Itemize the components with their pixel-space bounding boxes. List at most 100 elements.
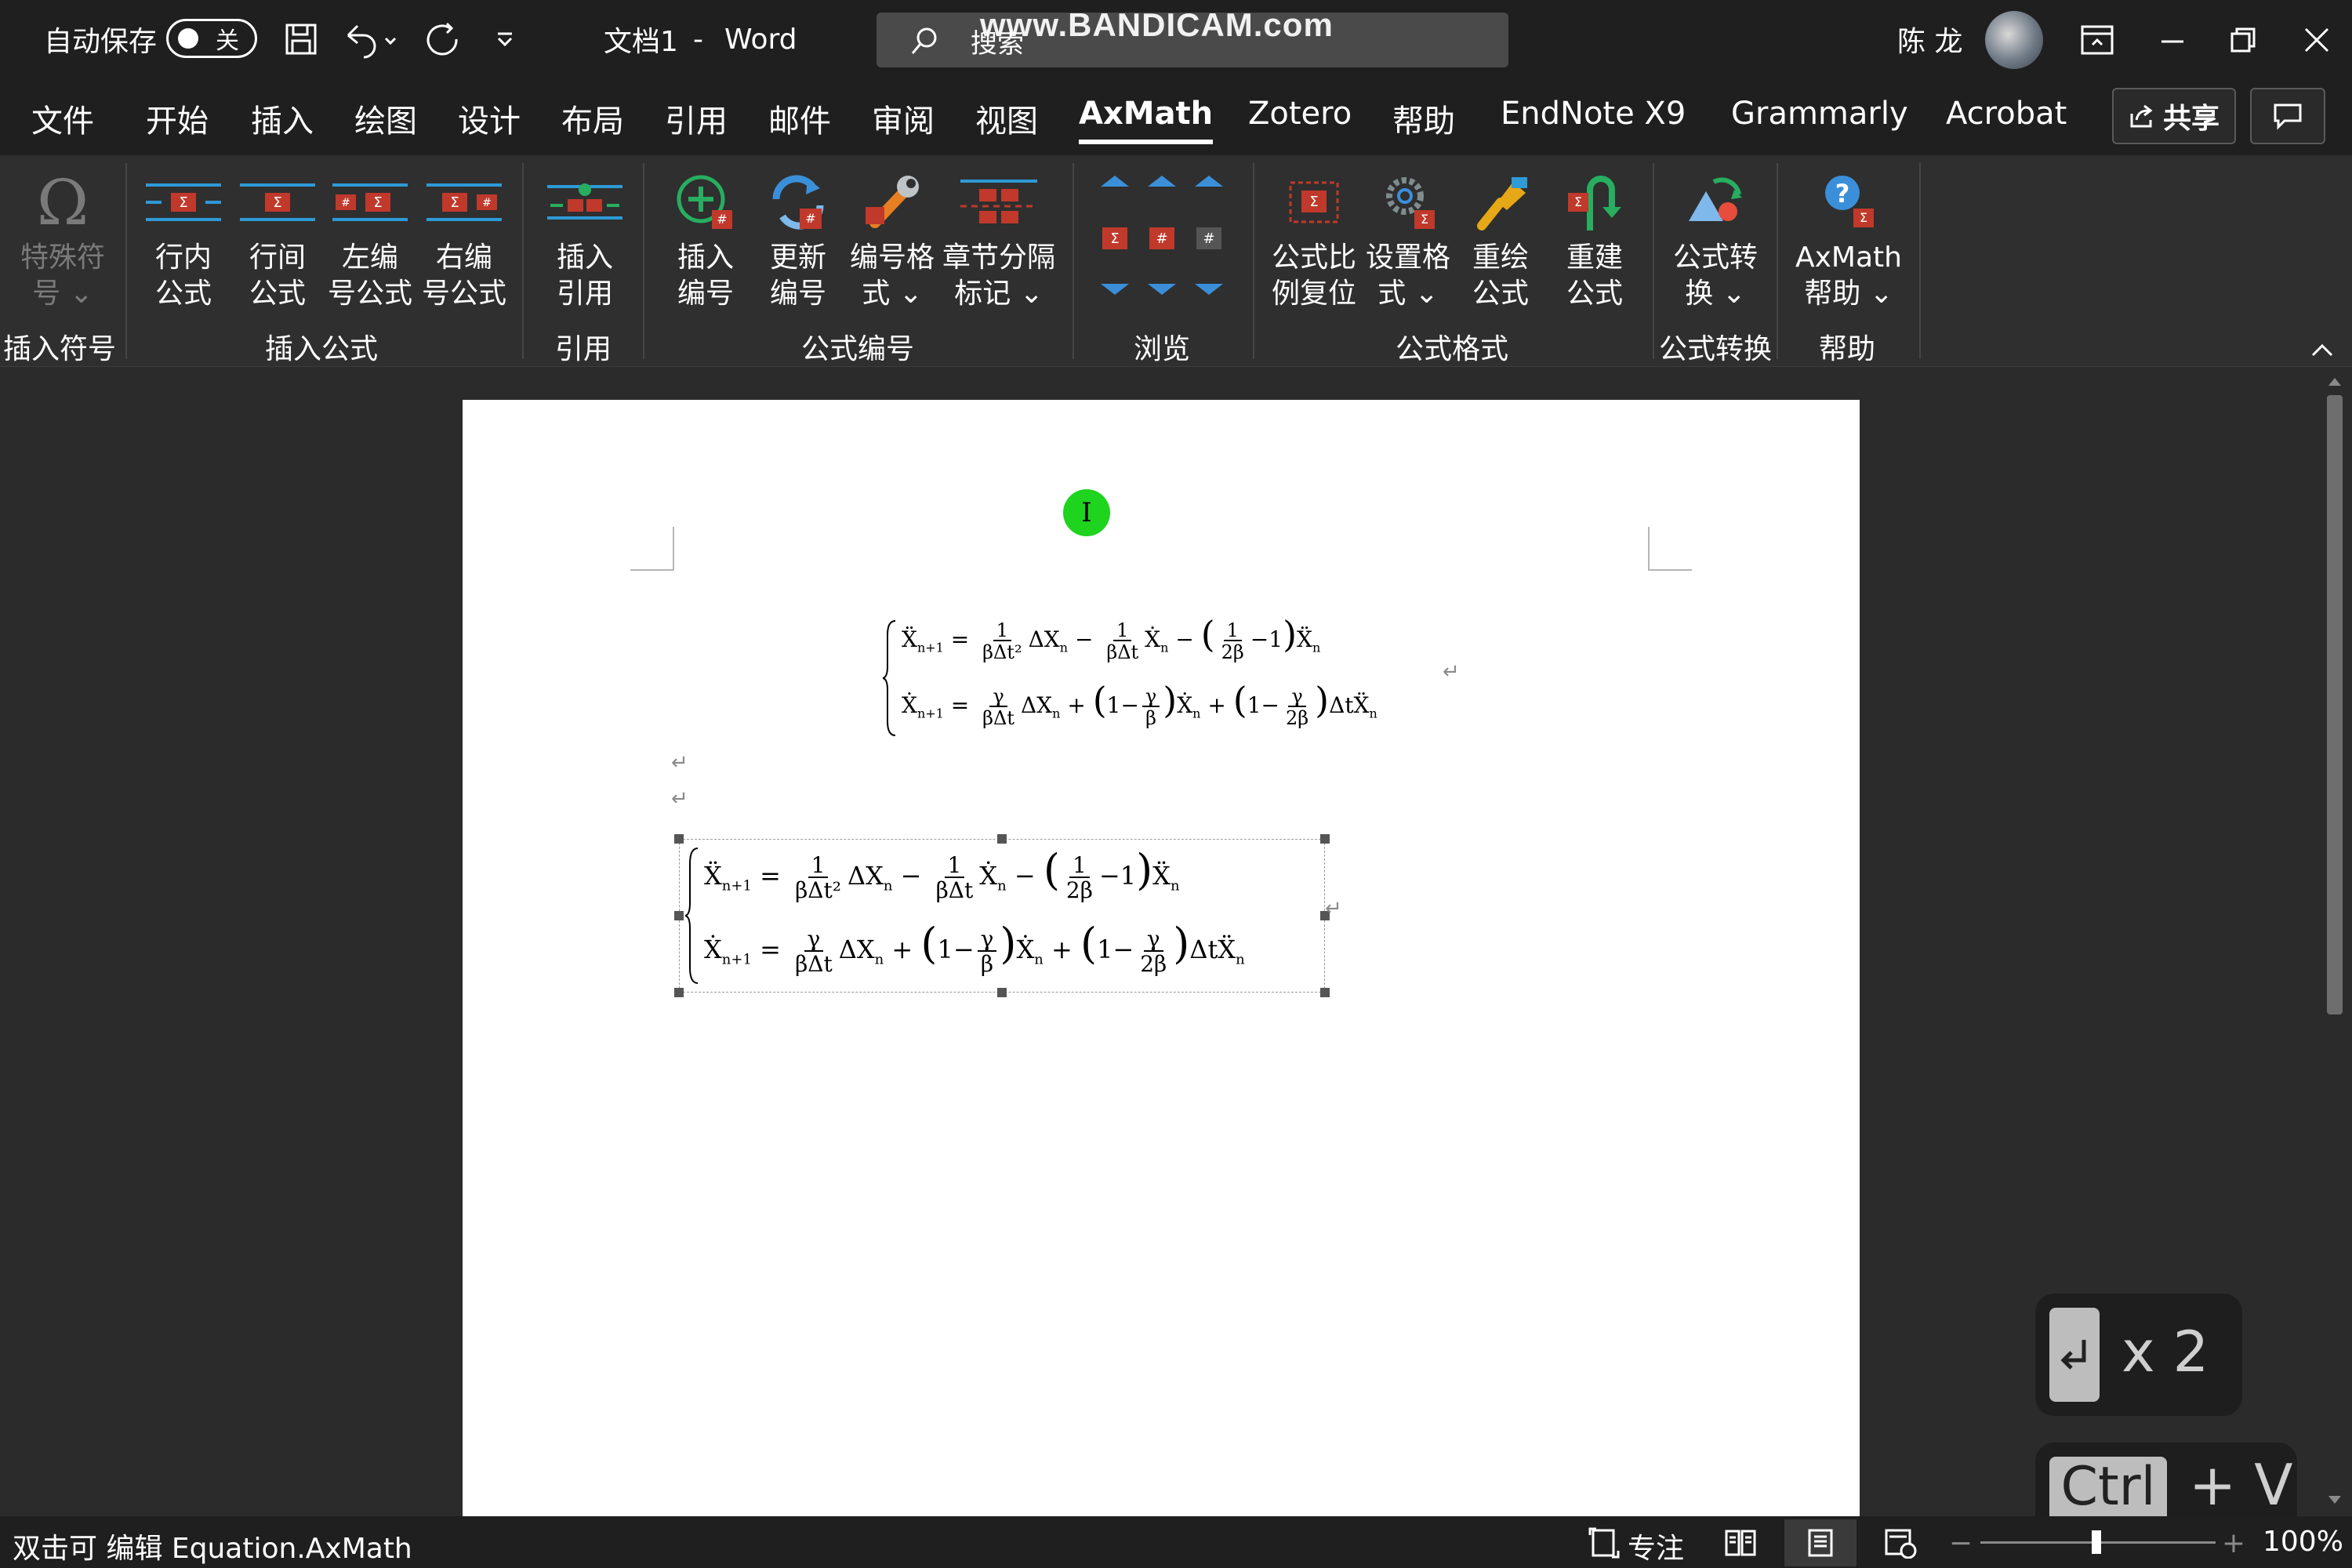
print-layout-icon[interactable] (1784, 1519, 1857, 1566)
tab-references[interactable]: 引用 (665, 96, 728, 141)
set-format-button[interactable]: Σ 设置格 式 ⌄ (1364, 165, 1452, 312)
status-bar: 双击可 编辑 Equation.AxMath 专注 − + 100% (0, 1516, 2352, 1568)
equation-original[interactable]: Ẍn+1 = 1 βΔt² ΔXn − 1 βΔt Ẋn − (1 2β −1)Ẍn Ẋn+… (883, 613, 1385, 746)
avatar[interactable] (1985, 11, 2043, 69)
focus-icon[interactable] (1587, 1526, 1621, 1560)
focus-label[interactable]: 专注 (1628, 1526, 1684, 1566)
ribbon-tabs: 文件 开始 插入 绘图 设计 布局 引用 邮件 审阅 视图 AxMath Zot… (0, 80, 2352, 155)
inline-formula-button[interactable]: Σ 行内 公式 (138, 165, 229, 312)
tab-design[interactable]: 设计 (458, 96, 521, 141)
autosave-label: 自动保存 (44, 26, 158, 58)
minimize-icon[interactable] (2153, 20, 2192, 60)
left-numbered-icon: # Σ (331, 165, 409, 240)
svg-text:Σ: Σ (1309, 194, 1318, 210)
tab-review[interactable]: 审阅 (872, 96, 935, 141)
resize-handle[interactable] (1320, 834, 1330, 844)
resize-handle[interactable] (997, 988, 1007, 997)
close-icon[interactable] (2297, 20, 2336, 60)
tab-view[interactable]: 视图 (975, 96, 1038, 141)
tab-insert[interactable]: 插入 (251, 96, 314, 141)
group-label-reference: 引用 (555, 333, 612, 365)
rebuild-formula-button[interactable]: Σ 重建 公式 (1551, 165, 1639, 312)
insert-reference-label-1: 插入 (556, 241, 613, 274)
group-label-formula-format: 公式格式 (1396, 333, 1509, 365)
share-button[interactable]: 共享 (2112, 88, 2236, 144)
read-mode-icon[interactable] (1722, 1526, 1759, 1560)
resize-handle[interactable] (674, 834, 684, 844)
equation-pasted[interactable]: Ẍn+1 = 1 βΔt² ΔXn − 1 βΔt Ẋn − (1 2β −1)Ẍn Ẋn+… (685, 844, 1320, 988)
tab-zotero[interactable]: Zotero (1248, 96, 1352, 132)
scroll-down-icon[interactable] (2327, 1494, 2343, 1507)
enter-count: x 2 (2122, 1319, 2209, 1385)
comments-button[interactable] (2250, 88, 2325, 144)
document-page[interactable]: Ẍn+1 = 1 βΔt² ΔXn − 1 βΔt Ẋn − (1 2β −1)Ẍn Ẋn+… (463, 400, 1860, 1516)
tab-draw[interactable]: 绘图 (354, 96, 417, 141)
right-numbered-formula-button[interactable]: Σ # 右编 号公式 (419, 165, 510, 312)
tab-home[interactable]: 开始 (146, 96, 209, 141)
tab-axmath[interactable]: AxMath (1079, 96, 1214, 144)
zoom-out-icon[interactable]: − (1949, 1527, 1973, 1559)
restore-icon[interactable] (2223, 20, 2263, 60)
number-format-button[interactable]: 编号格 式 ⌄ (847, 165, 938, 312)
save-icon[interactable] (281, 19, 321, 60)
update-number-button[interactable]: # 更新 编号 (754, 165, 842, 312)
document-area: Ẍn+1 = 1 βΔt² ΔXn − 1 βΔt Ẋn − (1 2β −1)Ẍn Ẋn+… (0, 367, 2352, 1516)
tab-acrobat[interactable]: Acrobat (1946, 96, 2067, 132)
resize-handle[interactable] (674, 911, 684, 920)
vertical-scrollbar[interactable] (2321, 370, 2349, 1516)
tab-file[interactable]: 文件 (31, 96, 94, 141)
insert-number-button[interactable]: # 插入 编号 (662, 165, 750, 312)
resize-handle[interactable] (997, 834, 1007, 844)
zoom-slider-thumb[interactable] (2092, 1530, 2101, 1554)
resize-handle[interactable] (1320, 988, 1330, 997)
group-divider (1653, 163, 1654, 359)
group-label-formula-number: 公式编号 (801, 333, 915, 365)
zoom-in-icon[interactable]: + (2222, 1527, 2245, 1559)
omega-icon: Ω (36, 165, 89, 239)
tab-layout[interactable]: 布局 (561, 96, 624, 141)
autosave-state: 关 (216, 27, 239, 55)
insert-reference-button[interactable]: 插入 引用 (541, 165, 629, 312)
scroll-thumb[interactable] (2327, 395, 2343, 1014)
tab-endnote[interactable]: EndNote X9 (1501, 96, 1686, 132)
tab-mailings[interactable]: 邮件 (768, 96, 831, 141)
paintbrush-icon (1461, 165, 1540, 240)
undo-icon[interactable] (340, 17, 403, 61)
zoom-level[interactable]: 100% (2263, 1526, 2343, 1558)
redraw-formula-button[interactable]: 重绘 公式 (1457, 165, 1544, 312)
customize-qat-icon[interactable] (489, 22, 521, 56)
number-format-label-1: 编号格 (849, 241, 935, 274)
special-symbol-button[interactable]: Ω 特殊符 号 ⌄ (8, 165, 118, 312)
display-formula-button[interactable]: Σ 行间 公式 (232, 165, 323, 312)
ribbon-display-icon[interactable] (2078, 20, 2117, 60)
inline-formula-icon: Σ (144, 165, 223, 240)
group-label-help: 帮助 (1819, 333, 1876, 365)
insert-number-label-1: 插入 (677, 241, 734, 274)
margin-mark-right (1648, 527, 1692, 571)
svg-text:?: ? (1835, 179, 1850, 209)
zoom-slider[interactable] (1980, 1530, 2216, 1554)
web-layout-icon[interactable] (1882, 1526, 1919, 1560)
chapter-separator-button[interactable]: 章节分隔 标记 ⌄ (939, 165, 1058, 312)
scroll-up-icon[interactable] (2327, 375, 2343, 387)
formula-convert-button[interactable]: 公式转 换 ⌄ (1662, 165, 1769, 312)
equation-pasted-line2: Ẋn+1 = γ βΔt ΔXn + (1− γ β)Ẋn + (1− γ 2β)ΔtẌn (704, 919, 1245, 977)
user-name[interactable]: 陈 龙 (1897, 17, 1962, 61)
group-label-insert-symbol: 插入符号 (3, 333, 117, 365)
formula-scale-reset-button[interactable]: Σ 公式比 例复位 (1264, 165, 1364, 312)
ribbon-panel: Ω 特殊符 号 ⌄ Σ 行内 公式 Σ 行间 公式 # Σ 左编 号公式 Σ # 右… (0, 155, 2352, 367)
resize-handle[interactable] (674, 988, 684, 997)
tab-help[interactable]: 帮助 (1392, 96, 1455, 141)
update-number-label-2: 编号 (769, 278, 826, 310)
left-numbered-formula-button[interactable]: # Σ 左编 号公式 (325, 165, 416, 312)
redo-icon[interactable] (422, 19, 463, 60)
group-label-browse: 浏览 (1134, 333, 1191, 365)
axmath-help-button[interactable]: ? Σ AxMath 帮助 ⌄ (1784, 165, 1913, 312)
equation-pasted-line1: Ẍn+1 = 1 βΔt² ΔXn − 1 βΔt Ẋn − (1 2β −1)Ẍn (704, 845, 1180, 903)
left-numbered-label-2: 号公式 (327, 278, 412, 310)
add-number-icon: # (666, 165, 745, 240)
help-question-icon: ? Σ (1809, 165, 1888, 240)
collapse-ribbon-icon[interactable] (2307, 339, 2338, 362)
autosave-toggle[interactable]: 关 (166, 19, 257, 58)
tab-grammarly[interactable]: Grammarly (1731, 96, 1908, 132)
